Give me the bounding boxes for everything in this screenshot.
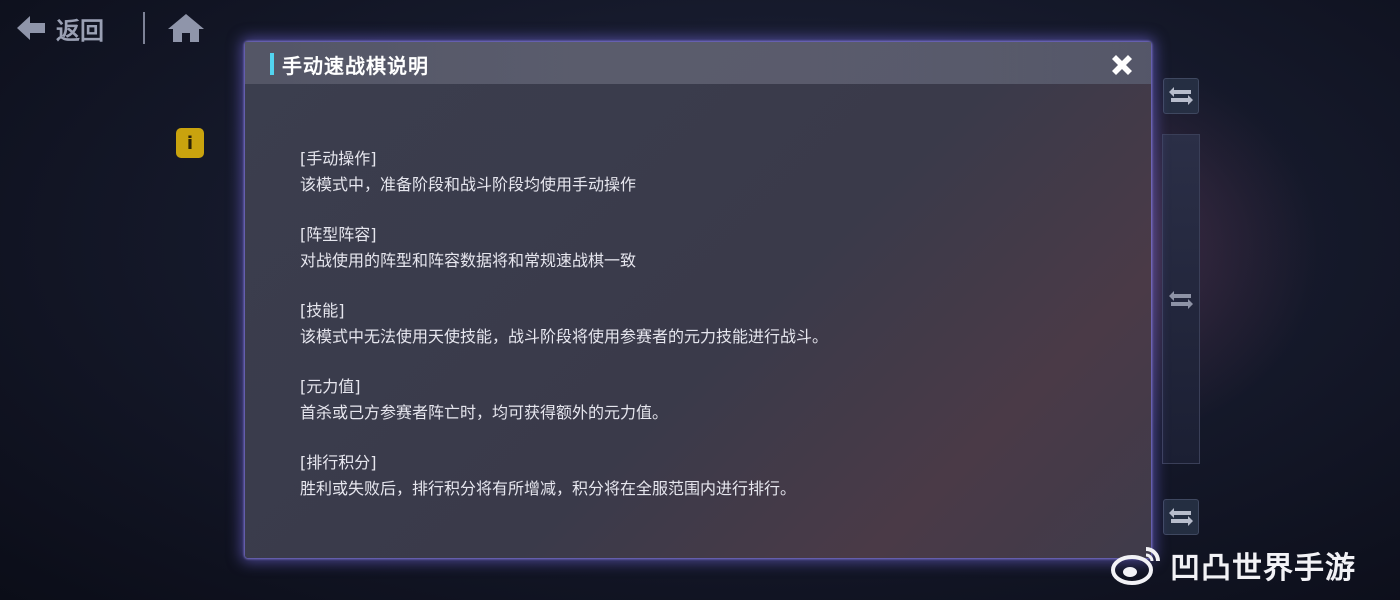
- section-text: 该模式中无法使用天使技能，战斗阶段将使用参赛者的元力技能进行战斗。: [300, 327, 829, 346]
- swap-button-top[interactable]: [1163, 78, 1199, 114]
- section-ranking-points: [排行积分] 胜利或失败后，排行积分将有所增减，积分将在全服范围内进行排行。: [300, 450, 1120, 502]
- modal-body: [手动操作] 该模式中，准备阶段和战斗阶段均使用手动操作 [阵型阵容] 对战使用…: [300, 146, 1120, 526]
- section-text: 该模式中，准备阶段和战斗阶段均使用手动操作: [300, 175, 637, 194]
- section-text: 对战使用的阵型和阵容数据将和常规速战棋一致: [300, 251, 637, 270]
- watermark: 凹凸世界手游: [1110, 540, 1356, 590]
- info-modal: 手动速战棋说明 [手动操作] 该模式中，准备阶段和战斗阶段均使用手动操作 [阵型…: [245, 42, 1151, 558]
- close-icon: [1112, 55, 1132, 75]
- nav-divider: [143, 12, 145, 44]
- section-heading: [元力值]: [300, 377, 361, 396]
- section-element-power: [元力值] 首杀或己方参赛者阵亡时，均可获得额外的元力值。: [300, 374, 1120, 426]
- home-button[interactable]: [166, 12, 206, 44]
- swap-arrows-icon: [1169, 291, 1193, 309]
- home-icon: [168, 14, 204, 42]
- swap-arrows-icon: [1169, 508, 1193, 526]
- swap-button-middle[interactable]: [1163, 282, 1199, 318]
- back-label: 返回: [56, 16, 104, 45]
- section-skills: [技能] 该模式中无法使用天使技能，战斗阶段将使用参赛者的元力技能进行战斗。: [300, 298, 1120, 350]
- section-formation: [阵型阵容] 对战使用的阵型和阵容数据将和常规速战棋一致: [300, 222, 1120, 274]
- section-heading: [排行积分]: [300, 453, 377, 472]
- title-accent-bar: [270, 53, 274, 75]
- swap-button-bottom[interactable]: [1163, 499, 1199, 535]
- section-manual-operation: [手动操作] 该模式中，准备阶段和战斗阶段均使用手动操作: [300, 146, 1120, 198]
- info-icon[interactable]: i: [176, 128, 204, 158]
- close-button[interactable]: [1107, 50, 1137, 80]
- swap-arrows-icon: [1169, 87, 1193, 105]
- top-nav-bar: 返回: [0, 0, 260, 56]
- section-heading: [技能]: [300, 301, 345, 320]
- modal-title: 手动速战棋说明: [282, 54, 429, 78]
- section-heading: [阵型阵容]: [300, 225, 377, 244]
- weibo-icon: [1111, 547, 1160, 585]
- back-arrow-icon: [17, 16, 45, 40]
- section-text: 胜利或失败后，排行积分将有所增减，积分将在全服范围内进行排行。: [300, 479, 797, 498]
- section-heading: [手动操作]: [300, 149, 377, 168]
- section-text: 首杀或己方参赛者阵亡时，均可获得额外的元力值。: [300, 403, 669, 422]
- back-button[interactable]: 返回: [14, 10, 104, 46]
- watermark-text: 凹凸世界手游: [1170, 551, 1356, 586]
